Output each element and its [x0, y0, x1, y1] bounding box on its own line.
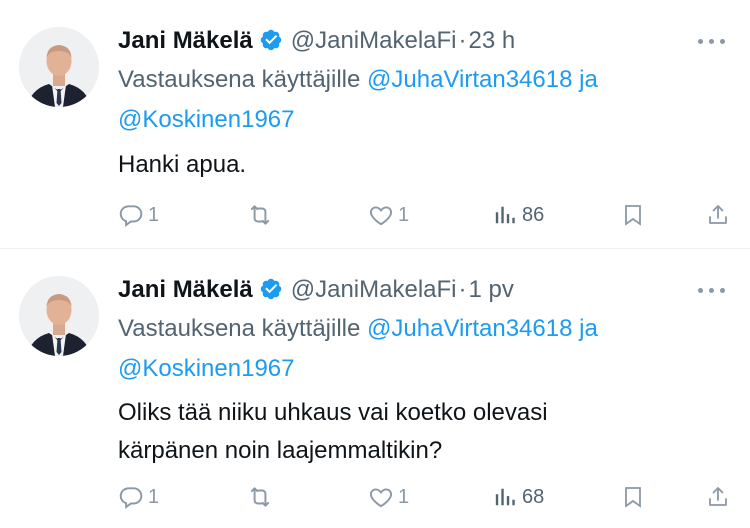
heart-icon: [369, 206, 393, 226]
bookmark-icon: [625, 487, 641, 508]
action-bar: 1 1 68: [118, 482, 738, 512]
more-options-icon[interactable]: [698, 285, 728, 295]
reply-button[interactable]: 1: [118, 482, 159, 512]
mention-link[interactable]: @JuhaVirtan34618: [367, 315, 572, 342]
like-count: 1: [398, 203, 410, 226]
reply-icon: [119, 487, 143, 509]
tweet[interactable]: Jani Mäkelä @JaniMakelaFi·1 pv Vastauksen…: [0, 249, 750, 528]
share-icon: [709, 487, 727, 506]
tweet[interactable]: Jani Mäkelä @JaniMakelaFi·23 h Vastauksen…: [0, 0, 750, 248]
reply-count: 1: [148, 203, 160, 226]
tweet-text-line: Oliks tää niiku uhkaus vai koetko olevas…: [118, 399, 548, 426]
retweet-button[interactable]: [246, 200, 278, 230]
mention-link[interactable]: @Koskinen1967: [118, 355, 294, 382]
mention-link[interactable]: @Koskinen1967: [118, 106, 294, 133]
separator-dot: ·: [458, 27, 467, 54]
retweet-icon: [250, 487, 270, 507]
avatar[interactable]: [19, 27, 99, 107]
like-button[interactable]: 1: [368, 200, 409, 230]
author-handle[interactable]: @JaniMakelaFi: [291, 276, 457, 303]
retweet-button[interactable]: [246, 482, 278, 512]
bookmark-icon: [625, 205, 641, 226]
like-button[interactable]: 1: [368, 482, 409, 512]
author-name[interactable]: Jani Mäkelä: [118, 276, 253, 303]
reply-join: ja: [579, 66, 598, 93]
verified-badge-icon: [260, 278, 281, 300]
timestamp[interactable]: 23 h: [469, 27, 516, 54]
tweet-header: Jani Mäkelä @JaniMakelaFi·23 h: [118, 24, 515, 58]
reply-button[interactable]: 1: [118, 200, 159, 230]
tweet-header: Jani Mäkelä @JaniMakelaFi·1 pv: [118, 273, 514, 307]
reply-icon: [119, 205, 143, 227]
reply-prefix: Vastauksena käyttäjille: [118, 315, 361, 342]
share-icon: [709, 205, 727, 224]
tweet-text-line: kärpänen noin laajemmaltikin?: [118, 437, 443, 464]
views-icon: [495, 206, 515, 224]
views-button[interactable]: 86: [494, 200, 544, 230]
reply-join: ja: [579, 315, 598, 342]
mention-link[interactable]: @JuhaVirtan34618: [367, 66, 572, 93]
action-bar: 1 1 86: [118, 200, 738, 230]
views-count: 68: [522, 485, 545, 508]
like-count: 1: [398, 485, 410, 508]
bookmark-button[interactable]: [621, 200, 645, 230]
timestamp[interactable]: 1 pv: [469, 276, 514, 303]
tweet-text-line: Hanki apua.: [118, 151, 247, 178]
tweet-text: Hanki apua.: [118, 146, 718, 184]
retweet-icon: [250, 205, 270, 225]
heart-icon: [369, 488, 393, 508]
separator-dot: ·: [458, 276, 467, 303]
bookmark-button[interactable]: [621, 482, 645, 512]
more-options-icon[interactable]: [698, 36, 728, 46]
views-icon: [495, 488, 515, 506]
tweet-text: Oliks tää niiku uhkaus vai koetko olevas…: [118, 394, 718, 470]
views-button[interactable]: 68: [494, 482, 544, 512]
share-button[interactable]: [706, 200, 730, 230]
avatar[interactable]: [19, 276, 99, 356]
author-name[interactable]: Jani Mäkelä: [118, 27, 253, 54]
reply-prefix: Vastauksena käyttäjille: [118, 66, 361, 93]
verified-badge-icon: [260, 29, 281, 51]
share-button[interactable]: [706, 482, 730, 512]
views-count: 86: [522, 203, 545, 226]
reply-count: 1: [148, 485, 160, 508]
reply-context: Vastauksena käyttäjille @JuhaVirtan34618…: [118, 309, 718, 389]
reply-context: Vastauksena käyttäjille @JuhaVirtan34618…: [118, 60, 718, 140]
author-handle[interactable]: @JaniMakelaFi: [291, 27, 457, 54]
